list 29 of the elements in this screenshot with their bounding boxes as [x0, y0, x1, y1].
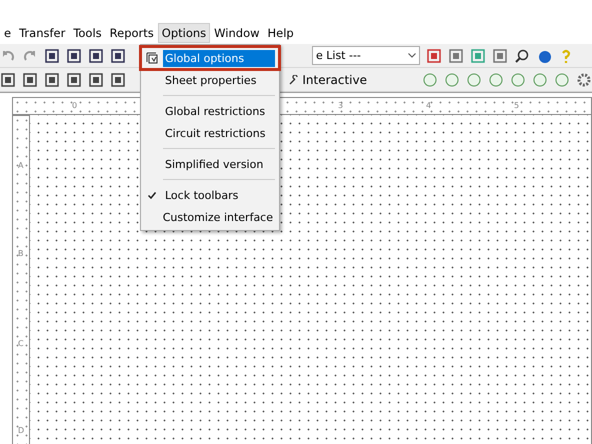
- column-label: 3: [338, 101, 344, 110]
- menu-entry[interactable]: Global options: [163, 50, 275, 66]
- menu-item[interactable]: Window: [210, 23, 264, 43]
- menu-entry[interactable]: Sheet properties: [163, 72, 275, 88]
- menu-item[interactable]: e: [0, 23, 16, 43]
- column-label: 0: [72, 101, 78, 110]
- search-icon[interactable]: [514, 48, 530, 64]
- menu-entry[interactable]: Simplified version: [163, 156, 275, 172]
- column-label: 5: [514, 101, 520, 110]
- menu-entry[interactable]: Lock toolbars: [163, 186, 275, 204]
- menu-entry[interactable]: Global restrictions: [163, 102, 275, 120]
- wrench-icon: [289, 74, 300, 84]
- row-label: A: [18, 161, 24, 170]
- row-label: D: [18, 426, 24, 435]
- menu-item[interactable]: Tools: [69, 23, 106, 43]
- column-label: 4: [426, 101, 432, 110]
- list-combo[interactable]: e List ---: [312, 46, 420, 65]
- menu-item[interactable]: Options: [158, 23, 210, 43]
- menu-entry[interactable]: Circuit restrictions: [163, 124, 275, 142]
- settings-icon[interactable]: [576, 72, 592, 88]
- row-label: B: [18, 249, 24, 258]
- menu-item[interactable]: Reports: [106, 23, 158, 43]
- row-label: C: [18, 339, 24, 348]
- window-icon: [146, 52, 158, 64]
- chevron-icon: [408, 53, 416, 58]
- menu-entry[interactable]: Customize interface: [160, 208, 275, 226]
- menu-item[interactable]: Help: [264, 23, 298, 43]
- interactive-button[interactable]: Interactive: [286, 72, 370, 86]
- menu-item[interactable]: Transfer: [15, 23, 70, 43]
